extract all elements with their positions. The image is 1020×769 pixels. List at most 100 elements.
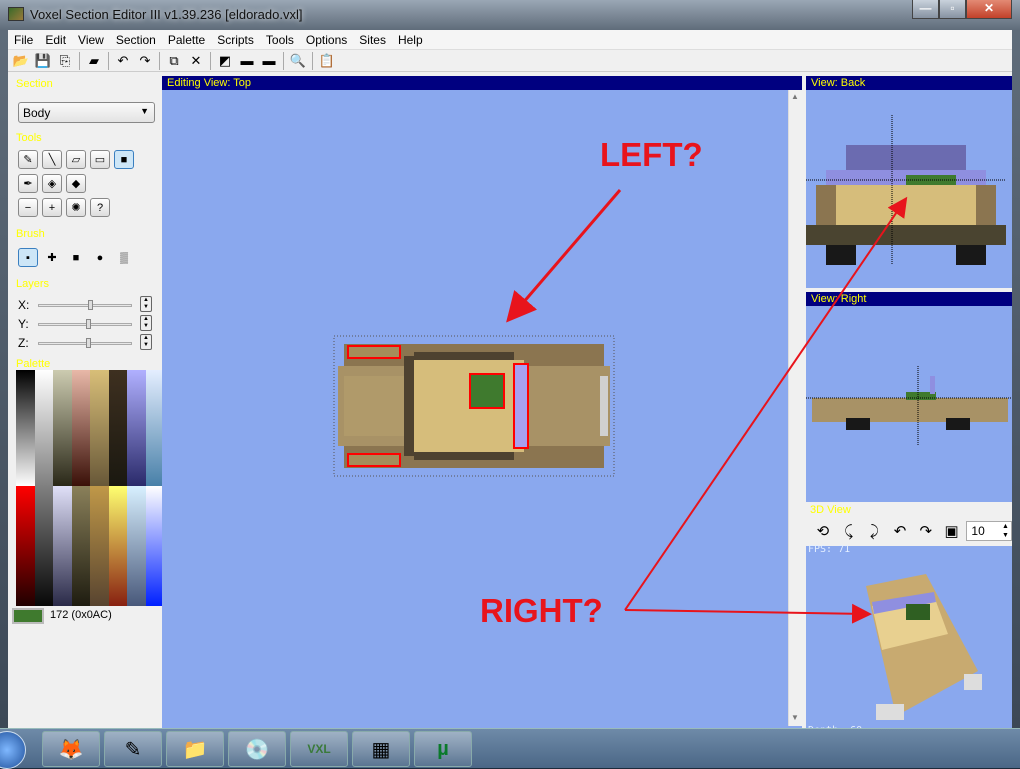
spin-arrows-icon[interactable]: ▲ ▼ <box>1002 522 1009 540</box>
rotate-right-icon[interactable]: ⤸ <box>863 523 885 540</box>
layer-y-slider[interactable]: Y: ▲ ▼ <box>16 315 156 333</box>
layer-axis-label: Y: <box>18 317 29 331</box>
rectangle-icon-button[interactable]: ▭ <box>90 150 110 169</box>
back-view-canvas <box>806 115 1006 265</box>
palette-column[interactable] <box>90 486 109 606</box>
eraser-icon-button[interactable]: ▱ <box>66 150 86 169</box>
toolbar-separator <box>283 51 284 70</box>
brush-square-icon-button[interactable]: ■ <box>66 248 86 267</box>
menu-tools[interactable]: Tools <box>260 33 300 47</box>
taskbar-vxl-editor[interactable]: VXL <box>290 731 348 767</box>
brush-plus-icon-button[interactable]: ✚ <box>42 248 62 267</box>
pencil-icon-button[interactable]: ✎ <box>18 150 38 169</box>
right-view-header: View: Right <box>806 292 1012 306</box>
brush-round-icon-button[interactable]: ● <box>90 248 110 267</box>
3d-view[interactable]: FPS: 71 Depth: 60 <box>806 544 1012 736</box>
open-folder-icon[interactable]: 📂 <box>10 51 32 71</box>
taskbar-explorer[interactable]: 📁 <box>166 731 224 767</box>
palette-column[interactable] <box>34 370 53 486</box>
filled-rectangle-icon-button[interactable]: ■ <box>114 150 134 169</box>
menu-help[interactable]: Help <box>392 33 429 47</box>
voxel-block-icon[interactable]: ▰ <box>83 51 105 71</box>
vertical-scrollbar[interactable]: ▲ ▼ <box>788 90 802 726</box>
copy-sections-icon[interactable]: ⧉ <box>163 51 185 71</box>
palette-column[interactable] <box>108 370 127 486</box>
brush-spray-icon-button[interactable]: ▒ <box>114 248 134 267</box>
redo-icon[interactable]: ↷ <box>134 51 156 71</box>
maximize-button[interactable]: ▫ <box>939 0 966 19</box>
taskbar-firefox[interactable]: 🦊 <box>42 731 100 767</box>
toolbar: 📂 💾 ⎘ ▰ ↶ ↷ ⧉ ✕ ◩ ▬ ▬ 🔍 📋 <box>8 50 1012 72</box>
eyedropper-icon-button[interactable]: ✒ <box>18 174 38 193</box>
menu-options[interactable]: Options <box>300 33 353 47</box>
measure-icon-button[interactable]: ? <box>90 198 110 217</box>
section-value: Body <box>23 106 51 120</box>
menu-view[interactable]: View <box>72 33 110 47</box>
palette-column[interactable] <box>53 370 72 486</box>
palette-column[interactable] <box>127 370 146 486</box>
palette-column[interactable] <box>34 486 53 606</box>
back-view[interactable]: View: Back <box>806 76 1012 288</box>
palette-column[interactable] <box>90 370 109 486</box>
close-button[interactable]: ✕ <box>966 0 1012 19</box>
taskbar-notepad[interactable]: ✎ <box>104 731 162 767</box>
palette-column[interactable] <box>71 370 90 486</box>
palette-column[interactable] <box>127 486 146 606</box>
car-white-icon[interactable]: ▬ <box>236 51 258 71</box>
palette-column[interactable] <box>16 486 35 606</box>
taskbar-media[interactable]: 💿 <box>228 731 286 767</box>
slider-thumb[interactable] <box>85 319 91 329</box>
export-icon[interactable]: ⎘ <box>54 51 76 71</box>
smooth-icon-button[interactable]: ✺ <box>66 198 86 217</box>
layer-spinner[interactable]: ▲ ▼ <box>140 296 152 312</box>
editing-view[interactable]: Editing View: Top ▲ ▼ <box>162 76 802 730</box>
palette-grid[interactable] <box>10 370 164 606</box>
slider-track[interactable] <box>38 304 132 307</box>
menu-section[interactable]: Section <box>110 33 162 47</box>
layer-z-slider[interactable]: Z: ▲ ▼ <box>16 334 156 352</box>
turn-right-icon[interactable]: ↷ <box>915 522 937 540</box>
delete-icon[interactable]: ✕ <box>185 51 207 71</box>
palette-column[interactable] <box>108 486 127 606</box>
save-icon[interactable]: 💾 <box>32 51 54 71</box>
plus-icon-button[interactable]: + <box>42 198 62 217</box>
minus-icon-button[interactable]: − <box>18 198 38 217</box>
menu-palette[interactable]: Palette <box>162 33 211 47</box>
menu-file[interactable]: File <box>8 33 39 47</box>
slider-thumb[interactable] <box>87 300 93 310</box>
layer-spinner[interactable]: ▲ ▼ <box>140 334 152 350</box>
taskbar-utorrent[interactable]: µ <box>414 731 472 767</box>
rotate-icon[interactable]: ⟲ <box>812 522 834 540</box>
properties-icon[interactable]: 📋 <box>316 51 338 71</box>
slider-thumb[interactable] <box>85 338 91 348</box>
background-color-icon[interactable]: ▣ <box>941 522 963 540</box>
rotate-left-icon[interactable]: ⤹ <box>838 523 860 540</box>
top-view-canvas[interactable] <box>162 90 788 730</box>
right-view[interactable]: View: Right <box>806 292 1012 502</box>
darken-lighten-icon-button[interactable]: ◆ <box>66 174 86 193</box>
layer-axis-label: X: <box>18 298 30 312</box>
menu-edit[interactable]: Edit <box>39 33 72 47</box>
layer-spinner[interactable]: ▲ ▼ <box>140 315 152 331</box>
layer-x-slider[interactable]: X: ▲ ▼ <box>16 296 156 314</box>
zoom-icon[interactable]: 🔍 <box>287 51 309 71</box>
taskbar-game[interactable]: ▦ <box>352 731 410 767</box>
start-button[interactable] <box>0 731 26 769</box>
section-dropdown[interactable]: Body ▼ <box>18 102 155 123</box>
minimize-button[interactable]: — <box>912 0 939 19</box>
line-icon-button[interactable]: ╲ <box>42 150 62 169</box>
palette-label: Palette <box>16 358 51 370</box>
menu-sites[interactable]: Sites <box>353 33 392 47</box>
brush-dot-icon-button[interactable]: ▪ <box>18 248 38 267</box>
menu-scripts[interactable]: Scripts <box>211 33 260 47</box>
palette-column[interactable] <box>71 486 90 606</box>
turn-left-icon[interactable]: ↶ <box>889 522 911 540</box>
car-red-icon[interactable]: ▬ <box>258 51 280 71</box>
zoom-spinbox[interactable]: 10 ▲ ▼ <box>966 521 1012 541</box>
palette-column[interactable] <box>16 370 35 486</box>
palette-column[interactable] <box>53 486 72 606</box>
3d-view-label: 3D View <box>810 504 851 516</box>
fill-bucket-icon-button[interactable]: ◈ <box>42 174 62 193</box>
undo-icon[interactable]: ↶ <box>112 51 134 71</box>
color-swap-icon[interactable]: ◩ <box>214 51 236 71</box>
